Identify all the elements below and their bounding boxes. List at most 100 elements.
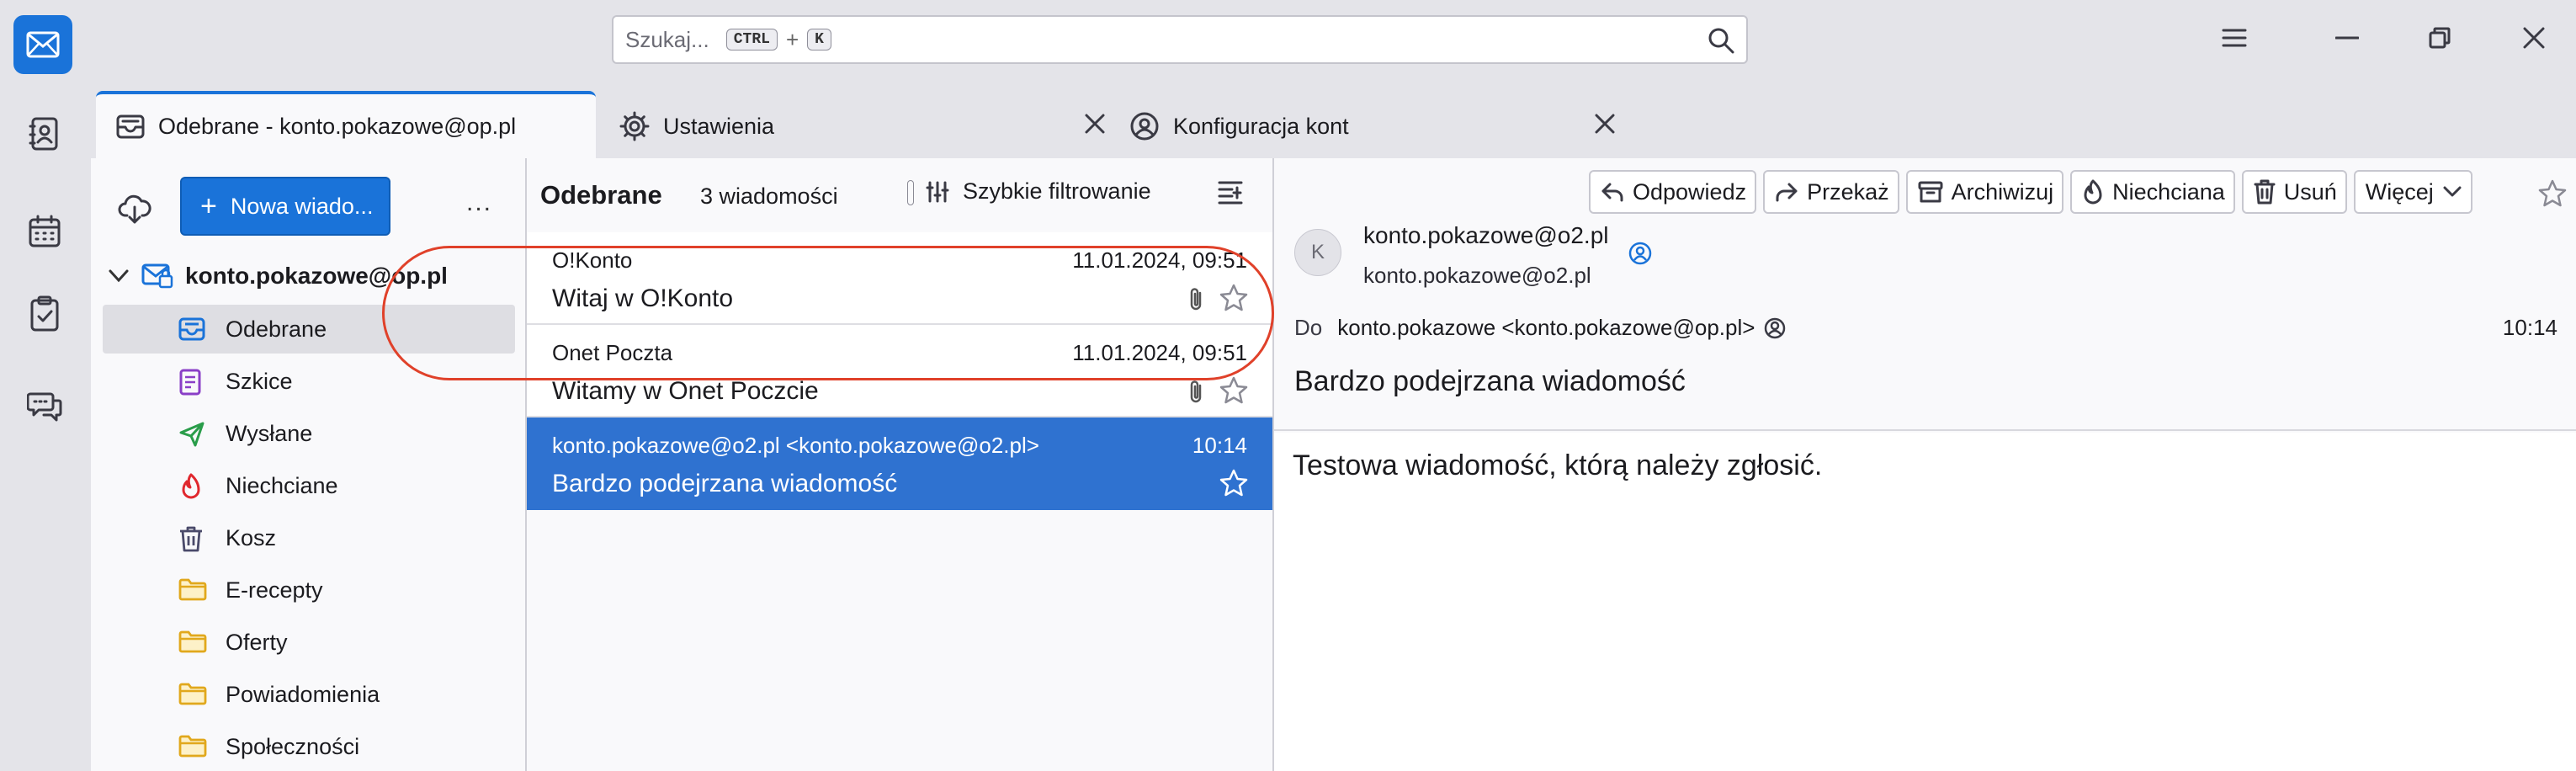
- message-count: 3 wiadomości: [700, 183, 838, 209]
- message-row[interactable]: Onet Poczta 11.01.2024, 09:51 Witamy w O…: [527, 325, 1272, 417]
- folder-oferty[interactable]: Oferty: [103, 618, 515, 667]
- tasks-icon: [30, 295, 59, 332]
- to-label: Do: [1294, 315, 1323, 340]
- cloud-download-icon: [118, 194, 151, 224]
- folder-title: Odebrane: [540, 180, 662, 210]
- message-pane: Odpowiedz Przekaż Archiwizuj Niechciana …: [1274, 158, 2576, 771]
- sender-name[interactable]: konto.pokazowe@o2.pl: [1363, 222, 1609, 249]
- restore-button[interactable]: [2419, 17, 2461, 59]
- calendar-button[interactable]: [25, 212, 64, 251]
- quick-filter-button[interactable]: Szybkie filtrowanie: [926, 178, 1151, 205]
- sender-address[interactable]: konto.pokazowe@o2.pl: [1363, 263, 1591, 289]
- folder-powiadomienia[interactable]: Powiadomienia: [103, 670, 515, 719]
- hamburger-icon: [2222, 29, 2247, 47]
- mail-space-button[interactable]: [13, 15, 72, 74]
- new-message-button[interactable]: + Nowa wiado...: [180, 177, 390, 236]
- new-message-label: Nowa wiado...: [230, 193, 374, 219]
- restore-icon: [2429, 27, 2451, 49]
- folder-icon: [178, 577, 207, 601]
- tab-account-setup[interactable]: Konfiguracja kont: [1124, 94, 1615, 158]
- account-name: konto.pokazowe@op.pl: [185, 263, 448, 289]
- folder-spolecznosci[interactable]: Społeczności: [103, 722, 515, 771]
- recipient-row: Do konto.pokazowe <konto.pokazowe@op.pl>: [1294, 315, 1787, 341]
- folder-label: E-recepty: [226, 577, 323, 603]
- message-list-pane: Odebrane 3 wiadomości Szybkie filtrowani…: [527, 158, 1274, 771]
- archive-button[interactable]: Archiwizuj: [1905, 170, 2064, 214]
- folder-trash[interactable]: Kosz: [103, 513, 515, 562]
- tab-label: Ustawienia: [663, 113, 775, 139]
- minimize-button[interactable]: [2326, 17, 2368, 59]
- folder-e-recepty[interactable]: E-recepty: [103, 566, 515, 614]
- close-tab-icon[interactable]: [1594, 113, 1616, 135]
- contact-icon[interactable]: [1763, 316, 1787, 340]
- shortcut-plus: +: [785, 26, 799, 52]
- folder-label: Powiadomienia: [226, 682, 380, 707]
- message-subject-header: Bardzo podejrzana wiadomość: [1294, 365, 1686, 397]
- more-options-button[interactable]: ...: [466, 189, 492, 217]
- header-divider: [1274, 429, 2576, 431]
- forward-label: Przekaż: [1807, 178, 1889, 205]
- message-body: Testowa wiadomość, którą należy zgłosić.: [1274, 433, 2576, 771]
- message-date: 10:14: [1192, 433, 1247, 458]
- tab-inbox[interactable]: Odebrane - konto.pokazowe@op.pl: [96, 91, 596, 158]
- chevron-down-icon: [109, 269, 129, 283]
- address-book-button[interactable]: [25, 114, 64, 153]
- message-subject: Witaj w O!Konto: [552, 284, 734, 312]
- folder-label: Niechciane: [226, 473, 338, 498]
- reply-icon: [1601, 183, 1623, 202]
- close-tab-icon[interactable]: [1084, 113, 1106, 135]
- folder-drafts[interactable]: Szkice: [103, 357, 515, 406]
- junk-button[interactable]: Niechciana: [2070, 170, 2235, 214]
- app-menu-button[interactable]: [2213, 17, 2255, 59]
- star-icon[interactable]: [1219, 375, 1249, 406]
- tasks-button[interactable]: [25, 295, 64, 333]
- mail-icon: [26, 31, 60, 58]
- drafts-icon: [178, 369, 202, 396]
- shortcut-key-ctrl: CTRL: [725, 29, 778, 51]
- quick-filter-label: Szybkie filtrowanie: [963, 178, 1151, 204]
- folder-icon: [178, 682, 207, 705]
- archive-label: Archiwizuj: [1951, 178, 2054, 205]
- search-input[interactable]: Szukaj... CTRL + K: [612, 15, 1748, 64]
- message-sender: konto.pokazowe@o2.pl <konto.pokazowe@o2.…: [552, 433, 1039, 458]
- message-body-text: Testowa wiadomość, którą należy zgłosić.: [1293, 449, 1823, 481]
- reply-button[interactable]: Odpowiedz: [1589, 170, 1757, 214]
- chat-icon: [27, 392, 62, 422]
- message-row-selected[interactable]: konto.pokazowe@o2.pl <konto.pokazowe@o2.…: [527, 417, 1272, 510]
- recipient-address[interactable]: konto.pokazowe <konto.pokazowe@op.pl>: [1337, 315, 1755, 341]
- sent-icon: [178, 421, 205, 448]
- list-display-options-button[interactable]: [1217, 178, 1244, 205]
- message-row[interactable]: O!Konto 11.01.2024, 09:51 Witaj w O!Kont…: [527, 232, 1272, 325]
- folder-label: Społeczności: [226, 734, 360, 759]
- close-window-button[interactable]: [2513, 17, 2555, 59]
- folder-junk[interactable]: Niechciane: [103, 461, 515, 510]
- star-icon[interactable]: [1219, 468, 1249, 498]
- message-sender: Onet Poczta: [552, 340, 673, 365]
- chat-button[interactable]: [25, 387, 64, 426]
- inbox-icon: [116, 114, 145, 139]
- gear-icon: [619, 111, 650, 141]
- folder-label: Wysłane: [226, 421, 313, 446]
- more-button[interactable]: Więcej: [2353, 170, 2472, 214]
- account-row[interactable]: konto.pokazowe@op.pl: [108, 263, 448, 290]
- add-contact-icon[interactable]: [1628, 241, 1653, 266]
- account-icon: [1130, 112, 1159, 141]
- reply-label: Odpowiedz: [1633, 178, 1747, 205]
- get-messages-button[interactable]: [118, 192, 151, 226]
- forward-icon: [1776, 183, 1798, 202]
- folder-inbox[interactable]: Odebrane: [103, 305, 515, 354]
- tab-label: Konfiguracja kont: [1173, 113, 1349, 139]
- account-mail-icon: [141, 263, 173, 289]
- star-icon[interactable]: [2537, 178, 2568, 209]
- folder-sent[interactable]: Wysłane: [103, 409, 515, 458]
- folder-pane: + Nowa wiado... ... konto.pokazowe@op.pl…: [91, 158, 527, 771]
- folder-label: Kosz: [226, 525, 277, 550]
- delete-button[interactable]: Usuń: [2241, 170, 2347, 214]
- search-icon[interactable]: [1708, 27, 1734, 54]
- address-book-icon: [29, 117, 58, 151]
- message-list-header: Odebrane 3 wiadomości Szybkie filtrowani…: [527, 158, 1272, 232]
- star-icon[interactable]: [1219, 283, 1249, 313]
- forward-button[interactable]: Przekaż: [1763, 170, 1899, 214]
- tab-settings[interactable]: Ustawienia: [614, 94, 1105, 158]
- message-date: 11.01.2024, 09:51: [1072, 340, 1247, 365]
